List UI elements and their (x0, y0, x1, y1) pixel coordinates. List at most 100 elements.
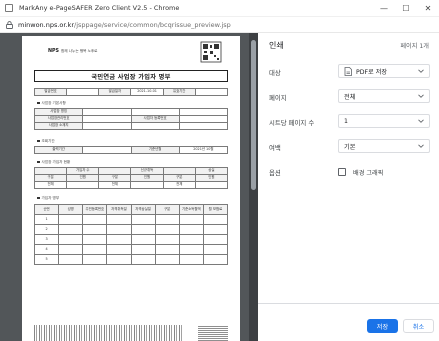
table-cell (154, 224, 180, 235)
table-cell (194, 181, 229, 189)
nps-logo: NPS 함께 나누는 행복 노후로 (48, 49, 98, 54)
table-cell (178, 214, 204, 225)
section-heading: 조회기간 (37, 139, 55, 144)
table-cell (202, 214, 229, 225)
margins-value: 기본 (344, 143, 356, 151)
table-cell: 전체 (98, 181, 132, 189)
close-button[interactable]: ✕ (417, 0, 439, 17)
table-row: 사업장관리번호 사업자 등록번호 (33, 115, 229, 123)
table-cell (130, 224, 156, 235)
barcode-image (34, 325, 184, 341)
table-cell: 인원 (130, 174, 164, 182)
cancel-button[interactable]: 취소 (403, 319, 434, 333)
table-cell: 사업자 등록번호 (130, 115, 180, 123)
address-bar[interactable]: minwon.nps.or.kr/jsppage/service/common/… (0, 17, 439, 33)
table-cell (82, 254, 108, 265)
destination-select[interactable]: PDF로 저장 (338, 64, 430, 78)
table-cell (58, 214, 84, 225)
options-label: 옵션 (269, 169, 281, 177)
table-cell: 가입자 수 (66, 167, 100, 175)
table-cell: 1 (33, 214, 60, 225)
preview-page: NPS 함께 나누는 행복 노후로 국민연금 사업장 가입자 명부 발급번호 발급일… (22, 36, 240, 341)
background-graphics-checkbox[interactable] (338, 168, 346, 176)
table-cell: 5 (33, 254, 60, 265)
table-cell: 사업장관리번호 (33, 115, 84, 123)
table-cell (106, 254, 132, 265)
table-cell: 인원 (194, 174, 229, 182)
workplace-info-table: 사업장 명칭 사업장관리번호 사업자 등록번호 사업장 소재지 (33, 108, 229, 130)
table-row: 발급번호 발급일자 2021-10-01 유효기간 (33, 88, 229, 96)
table-cell (58, 244, 84, 255)
pdf-icon (344, 66, 352, 76)
table-row: 5 (33, 254, 229, 265)
print-title: 인쇄 (269, 41, 284, 50)
table-cell: 구분 (162, 174, 196, 182)
table-cell (98, 167, 132, 175)
table-cell: 자격취득일 (106, 204, 132, 215)
table-cell (82, 146, 132, 154)
table-cell: 발급일자 (98, 88, 132, 96)
table-row: 1 (33, 214, 229, 225)
table-cell (82, 214, 108, 225)
url-path: /jsppage/service/common/bcqrissue_previe… (74, 20, 231, 29)
background-graphics-label[interactable]: 배경 그래픽 (353, 168, 383, 177)
margins-select[interactable]: 기본 (338, 139, 430, 153)
table-row: 사업장 명칭 (33, 108, 229, 116)
table-cell: 출력기간 (33, 146, 84, 154)
table-cell (82, 122, 132, 130)
table-cell (202, 224, 229, 235)
table-cell: 구분 (33, 174, 68, 182)
table-cell (178, 234, 204, 245)
title-bar: MarkAny e-PageSAFER Zero Client V2.5 - C… (0, 0, 439, 17)
pages-per-sheet-label: 시트당 페이지 수 (269, 119, 315, 127)
table-cell: 사업장 명칭 (33, 108, 84, 116)
table-cell: 월 보험료 (202, 204, 229, 215)
table-cell (130, 108, 180, 116)
pages-select[interactable]: 전체 (338, 89, 430, 103)
summary-table: 가입자 수 신규취득 상실 구분 인원 구분 인원 구분 인원 전체 전체 전체 (33, 167, 229, 189)
table-cell: 3 (33, 234, 60, 245)
destination-value: PDF로 저장 (356, 68, 388, 76)
url-text[interactable]: minwon.nps.or.kr/jsppage/service/common/… (18, 21, 231, 29)
print-preview-area[interactable]: NPS 함께 나누는 행복 노후로 국민연금 사업장 가입자 명부 발급번호 발급일… (0, 33, 258, 341)
minimize-button[interactable]: — (373, 0, 395, 17)
preview-scrollbar-thumb[interactable] (251, 40, 256, 190)
section-heading: 사업장 가입자 현황 (37, 160, 71, 165)
table-cell (130, 214, 156, 225)
table-cell: 성명 (58, 204, 84, 215)
document-title: 국민연금 사업장 가입자 명부 (34, 70, 228, 82)
table-cell: 2 (33, 224, 60, 235)
table-cell (82, 115, 132, 123)
panel-divider (258, 303, 439, 304)
table-cell (178, 108, 229, 116)
chrome-window: MarkAny e-PageSAFER Zero Client V2.5 - C… (0, 0, 439, 341)
pages-per-sheet-select[interactable]: 1 (338, 114, 430, 128)
pages-per-sheet-value: 1 (344, 117, 348, 125)
table-cell (178, 115, 229, 123)
table-row: 2 (33, 224, 229, 235)
table-row: 4 (33, 244, 229, 255)
table-cell (130, 254, 156, 265)
table-cell (178, 224, 204, 235)
table-cell (58, 224, 84, 235)
destination-label: 대상 (269, 69, 281, 77)
table-cell (202, 244, 229, 255)
members-table: 순번 성명 주민등록번호 자격취득일 자격상실일 구분 기준소득월액 월 보험료 1 2 3 4 5 (33, 204, 229, 265)
table-cell (194, 88, 229, 96)
table-cell (58, 234, 84, 245)
table-cell (178, 122, 229, 130)
table-cell (202, 254, 229, 265)
table-row: 3 (33, 234, 229, 245)
url-host: minwon.nps.or.kr (18, 20, 74, 29)
table-cell (106, 234, 132, 245)
save-button[interactable]: 저장 (367, 319, 398, 333)
table-cell: 전체 (162, 181, 196, 189)
lock-icon[interactable] (5, 20, 14, 29)
maximize-button[interactable]: ☐ (395, 0, 417, 17)
table-cell: 2021년 10월 (178, 146, 229, 154)
table-cell: 자격상실일 (130, 204, 156, 215)
table-cell (106, 214, 132, 225)
margins-label: 여백 (269, 144, 281, 152)
chevron-down-icon (418, 119, 424, 123)
table-cell (154, 244, 180, 255)
